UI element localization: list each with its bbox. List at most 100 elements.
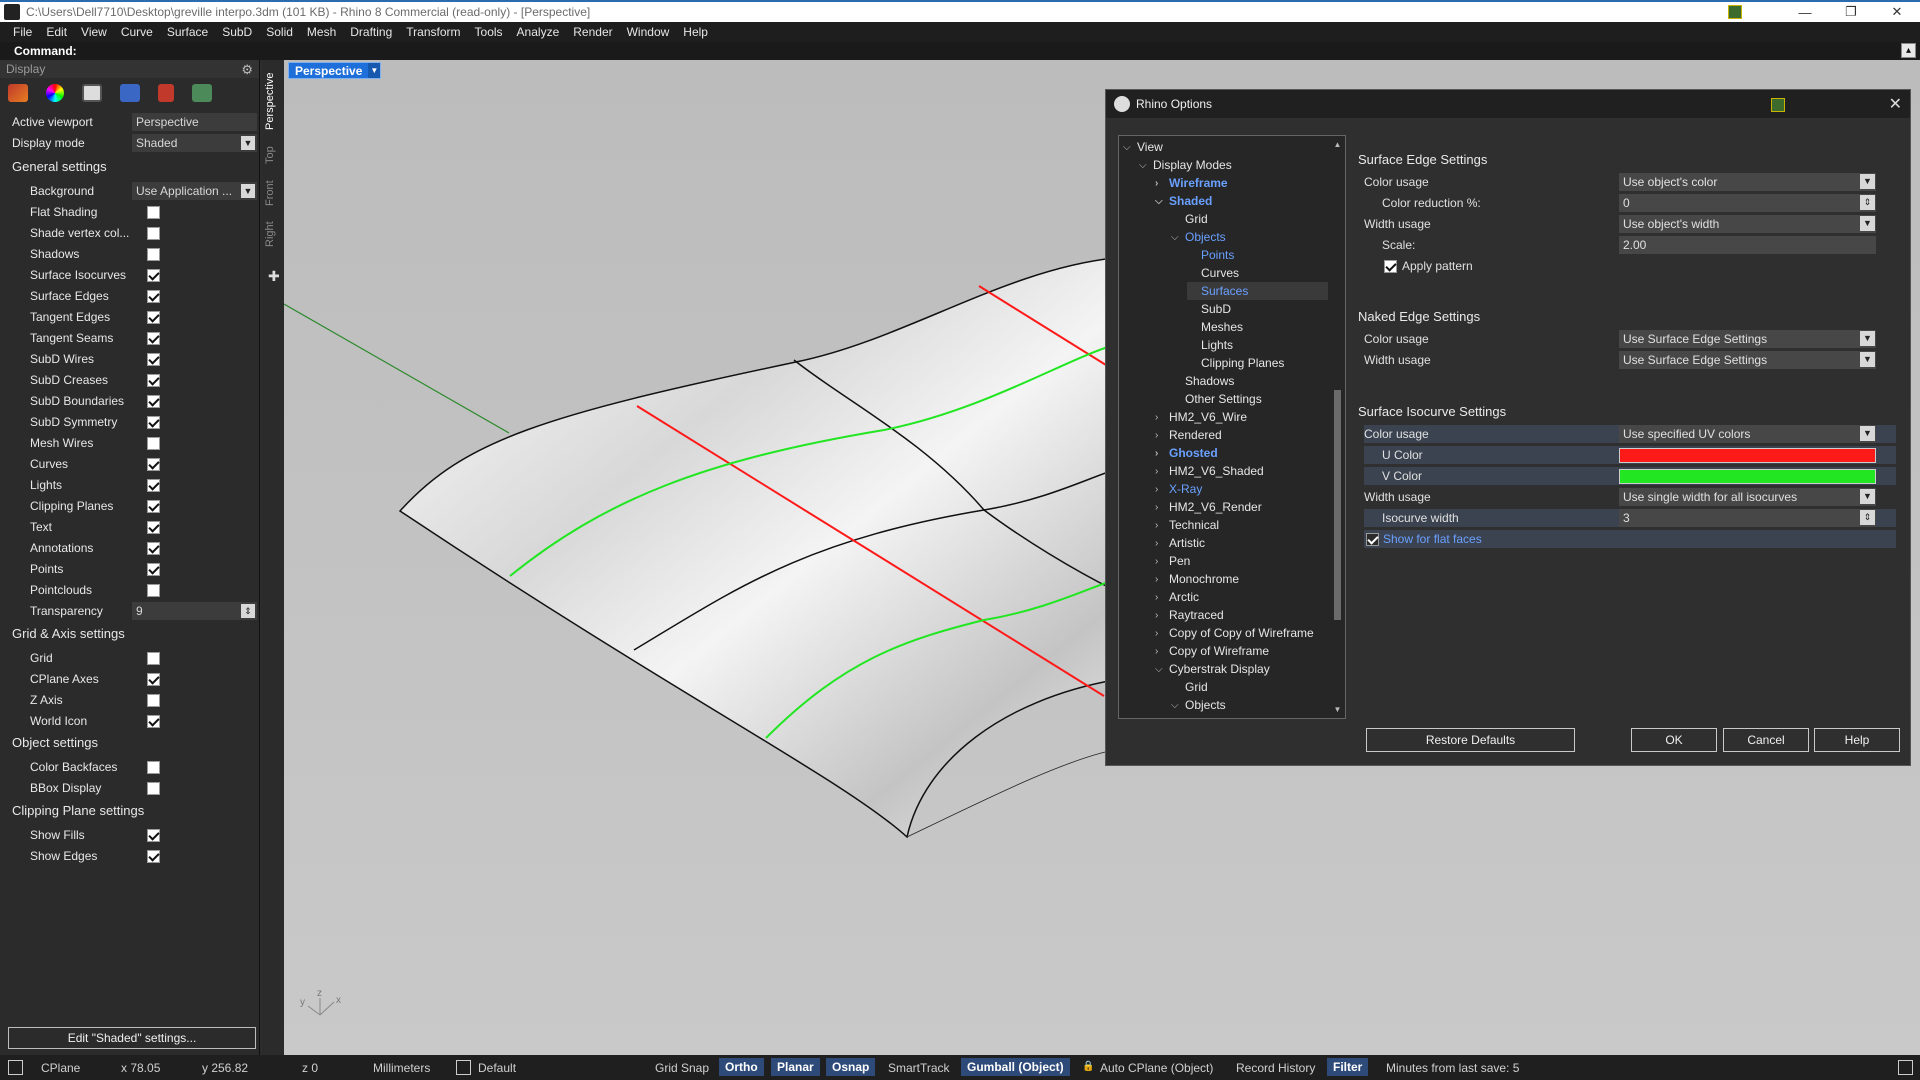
display-mode-select[interactable]: Shaded ▼ — [132, 134, 257, 152]
chevron-right-icon[interactable]: › — [1155, 610, 1169, 621]
cancel-button[interactable]: Cancel — [1723, 728, 1809, 752]
shadows-checkbox[interactable] — [147, 247, 160, 261]
background-select[interactable]: Use Application ... ▼ — [132, 182, 257, 200]
chevron-right-icon[interactable]: › — [1155, 646, 1169, 657]
chevron-down-icon[interactable]: ▼ — [1860, 352, 1875, 367]
tree-node-monochrome[interactable]: › Monochrome — [1155, 570, 1328, 588]
tree-node-technical[interactable]: › Technical — [1155, 516, 1328, 534]
subd-symmetry-checkbox[interactable] — [147, 415, 160, 429]
tree-node-objects[interactable]: ⌵ Objects — [1171, 696, 1328, 714]
help-icon[interactable] — [120, 84, 140, 102]
add-viewport-icon[interactable]: ✚ — [268, 268, 280, 285]
tab-top[interactable]: Top — [264, 140, 280, 170]
transparency-stepper[interactable]: 9 ⇕ — [132, 602, 257, 620]
tree-node-clipping-planes[interactable]: Clipping Planes — [1187, 354, 1328, 372]
tree-node-objects[interactable]: ⌵ Objects — [1171, 228, 1328, 246]
flat-shading-checkbox[interactable] — [147, 205, 160, 219]
menu-analyze[interactable]: Analyze — [510, 25, 567, 39]
lights-checkbox[interactable] — [147, 478, 160, 492]
chevron-down-icon[interactable]: ▼ — [1860, 426, 1875, 441]
annotations-checkbox[interactable] — [147, 541, 160, 555]
chevron-right-icon[interactable]: › — [1155, 430, 1169, 441]
chevron-right-icon[interactable]: › — [1155, 448, 1169, 459]
chevron-right-icon[interactable]: › — [1155, 412, 1169, 423]
tree-node-display-modes[interactable]: ⌵ Display Modes — [1139, 156, 1328, 174]
chevron-down-icon[interactable]: ⌵ — [1155, 664, 1169, 675]
tab-right[interactable]: Right — [264, 216, 280, 252]
menu-solid[interactable]: Solid — [259, 25, 300, 39]
menu-render[interactable]: Render — [566, 25, 619, 39]
edge-width-usage-select[interactable]: Use object's width ▼ — [1619, 215, 1876, 233]
menu-file[interactable]: File — [6, 25, 39, 39]
restore-defaults-button[interactable]: Restore Defaults — [1366, 728, 1575, 752]
surface-patch[interactable] — [398, 257, 1115, 839]
chevron-down-icon[interactable]: ▼ — [1860, 331, 1875, 346]
tree-node-curves[interactable]: Curves — [1187, 264, 1328, 282]
menu-window[interactable]: Window — [620, 25, 677, 39]
auto-cplane-toggle[interactable]: Auto CPlane (Object) — [1100, 1061, 1213, 1075]
points-checkbox[interactable] — [147, 562, 160, 576]
show-fills-checkbox[interactable] — [147, 828, 160, 842]
ok-button[interactable]: OK — [1631, 728, 1717, 752]
mesh-wires-checkbox[interactable] — [147, 436, 160, 450]
chevron-right-icon[interactable]: › — [1155, 484, 1169, 495]
bbox-display-checkbox[interactable] — [147, 781, 160, 795]
menu-mesh[interactable]: Mesh — [300, 25, 343, 39]
chevron-down-icon[interactable]: ⌵ — [1171, 700, 1185, 711]
chevron-right-icon[interactable]: › — [1155, 520, 1169, 531]
tree-node-pen[interactable]: › Pen — [1155, 552, 1328, 570]
scroll-up-icon[interactable]: ▲ — [1332, 140, 1343, 149]
isocurve-width-stepper[interactable]: 3 ⇕ — [1619, 509, 1876, 527]
subd-boundaries-checkbox[interactable] — [147, 394, 160, 408]
command-history-button[interactable]: ▴ — [1901, 43, 1916, 58]
naked-color-usage-select[interactable]: Use Surface Edge Settings ▼ — [1619, 330, 1876, 348]
stepper-icon[interactable]: ⇕ — [241, 604, 255, 618]
subd-wires-checkbox[interactable] — [147, 352, 160, 366]
tree-node-hm2-v6-render[interactable]: › HM2_V6_Render — [1155, 498, 1328, 516]
tree-node-other-settings[interactable]: Other Settings — [1171, 390, 1328, 408]
stepper-icon[interactable]: ⇕ — [1860, 195, 1875, 210]
surface-isocurves-checkbox[interactable] — [147, 268, 160, 282]
tree-node-lights[interactable]: Lights — [1187, 336, 1328, 354]
filter-toggle[interactable]: Filter — [1327, 1058, 1369, 1076]
cplane-axes-checkbox[interactable] — [147, 672, 160, 686]
tree-node-view[interactable]: ⌵ View — [1123, 138, 1328, 156]
restore-button[interactable]: ❐ — [1828, 2, 1874, 22]
clipping-planes-checkbox[interactable] — [147, 499, 160, 513]
iso-width-usage-select[interactable]: Use single width for all isocurves ▼ — [1619, 488, 1876, 506]
tangent-seams-checkbox[interactable] — [147, 331, 160, 345]
color-wheel-icon[interactable] — [46, 84, 64, 102]
ortho-toggle[interactable]: Ortho — [719, 1058, 764, 1076]
gumball-toggle[interactable]: Gumball (Object) — [961, 1058, 1070, 1076]
tree-node-copy-of-copy-of-wireframe[interactable]: › Copy of Copy of Wireframe — [1155, 624, 1328, 642]
chevron-right-icon[interactable]: › — [1155, 466, 1169, 477]
curves-checkbox[interactable] — [147, 457, 160, 471]
color-reduction-stepper[interactable]: 0 ⇕ — [1619, 194, 1876, 212]
chevron-right-icon[interactable]: › — [1155, 628, 1169, 639]
cplane-indicator[interactable]: CPlane — [41, 1061, 80, 1075]
chevron-down-icon[interactable]: ⌵ — [1155, 196, 1169, 207]
tree-node-grid[interactable]: Grid — [1171, 678, 1328, 696]
named-views-icon[interactable] — [192, 84, 212, 102]
viewport-title-tab[interactable]: Perspective ▼ — [288, 62, 382, 79]
tree-node-raytraced[interactable]: › Raytraced — [1155, 606, 1328, 624]
tree-node-subd[interactable]: SubD — [1187, 300, 1328, 318]
tree-node-copy-of-wireframe[interactable]: › Copy of Wireframe — [1155, 642, 1328, 660]
tree-node-x-ray[interactable]: › X-Ray — [1155, 480, 1328, 498]
u-color-swatch[interactable] — [1619, 447, 1876, 463]
tree-node-grid[interactable]: Grid — [1171, 210, 1328, 228]
z-axis-checkbox[interactable] — [147, 693, 160, 707]
chevron-right-icon[interactable]: › — [1155, 178, 1169, 189]
materials-icon[interactable] — [158, 84, 174, 102]
menu-subd[interactable]: SubD — [215, 25, 259, 39]
tab-perspective[interactable]: Perspective — [264, 66, 280, 136]
chevron-right-icon[interactable]: › — [1155, 556, 1169, 567]
units-indicator[interactable]: Millimeters — [373, 1061, 430, 1075]
menu-transform[interactable]: Transform — [399, 25, 467, 39]
scroll-down-icon[interactable]: ▼ — [1332, 705, 1343, 714]
chevron-down-icon[interactable]: ▼ — [1860, 489, 1875, 504]
layer-color-swatch[interactable] — [456, 1060, 471, 1075]
chevron-down-icon[interactable]: ▼ — [241, 136, 255, 150]
menu-surface[interactable]: Surface — [160, 25, 215, 39]
world-icon-checkbox[interactable] — [147, 714, 160, 728]
